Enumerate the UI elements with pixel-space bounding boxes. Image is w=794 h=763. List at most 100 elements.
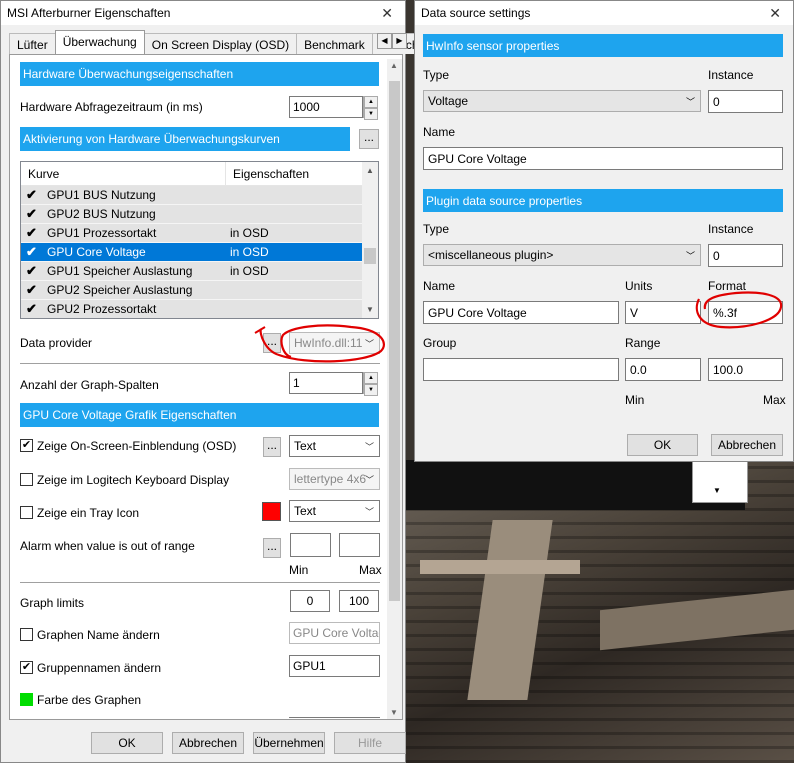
rename-graph-label: Graphen Name ändern xyxy=(37,628,160,642)
close-icon[interactable]: ✕ xyxy=(769,5,781,22)
tray-color-swatch[interactable] xyxy=(262,502,281,521)
ok-button[interactable]: OK xyxy=(627,434,698,456)
list-item-selected[interactable]: ✔ GPU Core Voltage in OSD xyxy=(21,243,378,262)
plugin-instance-input[interactable]: 0 xyxy=(708,244,783,267)
tab-monitoring[interactable]: Überwachung xyxy=(54,30,145,54)
plugin-name-input[interactable]: GPU Core Voltage xyxy=(423,301,619,324)
background-beam-horizontal xyxy=(420,560,580,574)
panel-scrollbar[interactable]: ▲ ▼ xyxy=(387,59,402,719)
help-button[interactable]: Hilfe xyxy=(334,732,406,754)
graph-color-swatch[interactable] xyxy=(20,693,33,706)
alarm-options-button[interactable]: ... xyxy=(263,538,281,558)
scroll-up-icon[interactable]: ▲ xyxy=(366,166,374,175)
range-min-input[interactable]: 0.0 xyxy=(625,358,701,381)
alarm-max-label: Max xyxy=(359,563,382,577)
poll-period-input[interactable]: 1000 xyxy=(289,96,363,118)
tab-scroll-left-icon[interactable]: ◀ xyxy=(377,33,392,49)
osd-checkbox[interactable]: ✔ xyxy=(20,439,33,452)
column-properties[interactable]: Eigenschaften xyxy=(226,162,356,185)
name-input[interactable]: GPU Core Voltage xyxy=(423,147,783,170)
background-list-fragment: ▼ xyxy=(692,455,748,503)
alarm-min-input[interactable] xyxy=(290,533,331,557)
logitech-checkbox[interactable] xyxy=(20,473,33,486)
tab-scroll-right-icon[interactable]: ▶ xyxy=(392,33,407,49)
close-icon[interactable]: ✕ xyxy=(381,5,393,22)
window-title: Data source settings xyxy=(421,6,531,20)
chevron-down-icon: ﹀ xyxy=(364,339,374,349)
tray-mode-select[interactable]: Text ﹀ xyxy=(289,500,380,522)
section-header-plugin: Plugin data source properties xyxy=(423,189,783,212)
poll-period-stepper[interactable]: ▲ ▼ xyxy=(363,96,378,120)
ok-button[interactable]: OK xyxy=(91,732,163,754)
group-rename-label: Gruppennamen ändern xyxy=(37,661,162,675)
group-label: Group xyxy=(423,336,457,350)
list-item[interactable]: ✔ GPU1 Speicher Auslastung in OSD xyxy=(21,262,378,281)
list-item-name: GPU2 Prozessortakt xyxy=(47,302,157,316)
checkmark-icon[interactable]: ✔ xyxy=(21,263,47,279)
poll-period-label: Hardware Abfragezeitraum (in ms) xyxy=(20,100,203,114)
logitech-font-value: lettertype 4x6 xyxy=(294,472,367,486)
osd-options-button[interactable]: ... xyxy=(263,437,281,457)
curve-list: Kurve Eigenschaften ✔ GPU1 BUS Nutzung ✔… xyxy=(20,161,379,319)
scroll-thumb[interactable] xyxy=(364,248,376,264)
graph-color-label: Farbe des Graphen xyxy=(37,693,142,707)
format-input[interactable]: %.3f xyxy=(708,301,783,324)
range-max-input[interactable]: 100.0 xyxy=(708,358,783,381)
checkmark-icon[interactable]: ✔ xyxy=(21,282,47,298)
rename-graph-checkbox[interactable] xyxy=(20,628,33,641)
cut-off-input xyxy=(289,717,380,718)
cancel-button[interactable]: Abbrechen xyxy=(172,732,244,754)
units-input[interactable]: V xyxy=(625,301,701,324)
list-item[interactable]: ✔ GPU2 BUS Nutzung xyxy=(21,205,378,224)
checkmark-icon[interactable]: ✔ xyxy=(21,206,47,222)
curve-list-scrollbar[interactable]: ▲ ▼ xyxy=(362,162,378,318)
data-provider-options-button[interactable]: ... xyxy=(263,333,281,353)
type-select[interactable]: Voltage ﹀ xyxy=(423,90,701,112)
instance-input[interactable]: 0 xyxy=(708,90,783,113)
checkmark-icon[interactable]: ✔ xyxy=(21,225,47,241)
list-item-prop: in OSD xyxy=(230,245,269,259)
tab-fans[interactable]: Lüfter xyxy=(9,33,56,54)
tab-benchmark[interactable]: Benchmark xyxy=(296,33,373,54)
window-title: MSI Afterburner Eigenschaften xyxy=(7,6,171,20)
tray-checkbox[interactable] xyxy=(20,506,33,519)
units-label: Units xyxy=(625,279,653,293)
alarm-max-input[interactable] xyxy=(339,533,380,557)
tray-label: Zeige ein Tray Icon xyxy=(37,506,140,520)
graph-limit-max-input[interactable]: 100 xyxy=(339,590,379,612)
type-value: Voltage xyxy=(428,94,469,108)
range-min-label: Min xyxy=(625,393,645,407)
apply-button[interactable]: Übernehmen xyxy=(253,732,325,754)
group-input[interactable] xyxy=(423,358,619,381)
column-curve[interactable]: Kurve xyxy=(21,162,226,185)
chevron-down-icon: ﹀ xyxy=(364,507,374,517)
scroll-up-icon[interactable]: ▲ xyxy=(390,61,398,70)
cancel-button[interactable]: Abbrechen xyxy=(711,434,783,456)
rename-graph-input[interactable]: GPU Core Voltage xyxy=(289,622,380,644)
list-item[interactable]: ✔ GPU1 Prozessortakt in OSD xyxy=(21,224,378,243)
section-header-hw-monitoring: Hardware Überwachungseigenschaften xyxy=(20,62,379,86)
list-item[interactable]: ✔ GPU2 Prozessortakt xyxy=(21,300,378,318)
graph-columns-stepper[interactable]: ▲ ▼ xyxy=(363,372,378,396)
checkmark-icon[interactable]: ✔ xyxy=(21,301,47,317)
osd-mode-value: Text xyxy=(294,439,317,453)
list-item[interactable]: ✔ GPU1 BUS Nutzung xyxy=(21,186,378,205)
plugin-type-label: Type xyxy=(423,222,450,236)
plugin-type-select[interactable]: <miscellaneous plugin> ﹀ xyxy=(423,244,701,266)
osd-mode-select[interactable]: Text ﹀ xyxy=(289,435,380,457)
tab-osd[interactable]: On Screen Display (OSD) xyxy=(143,33,298,54)
curves-options-button[interactable]: ... xyxy=(359,129,379,149)
logitech-font-select[interactable]: lettertype 4x6 ﹀ xyxy=(289,468,380,490)
scroll-thumb[interactable] xyxy=(389,81,400,601)
data-provider-select[interactable]: HwInfo.dll:11 ﹀ xyxy=(289,332,380,354)
group-rename-input[interactable]: GPU1 xyxy=(289,655,380,677)
list-item[interactable]: ✔ GPU2 Speicher Auslastung xyxy=(21,281,378,300)
group-rename-checkbox[interactable]: ✔ xyxy=(20,661,33,674)
scroll-down-icon[interactable]: ▼ xyxy=(390,708,398,717)
graph-columns-input[interactable]: 1 xyxy=(289,372,363,394)
scroll-down-icon[interactable]: ▼ xyxy=(366,305,374,314)
tab-scroll-arrows: ◀ ▶ xyxy=(377,33,407,49)
checkmark-icon[interactable]: ✔ xyxy=(21,187,47,203)
checkmark-icon[interactable]: ✔ xyxy=(21,244,47,260)
graph-limit-min-input[interactable]: 0 xyxy=(290,590,330,612)
